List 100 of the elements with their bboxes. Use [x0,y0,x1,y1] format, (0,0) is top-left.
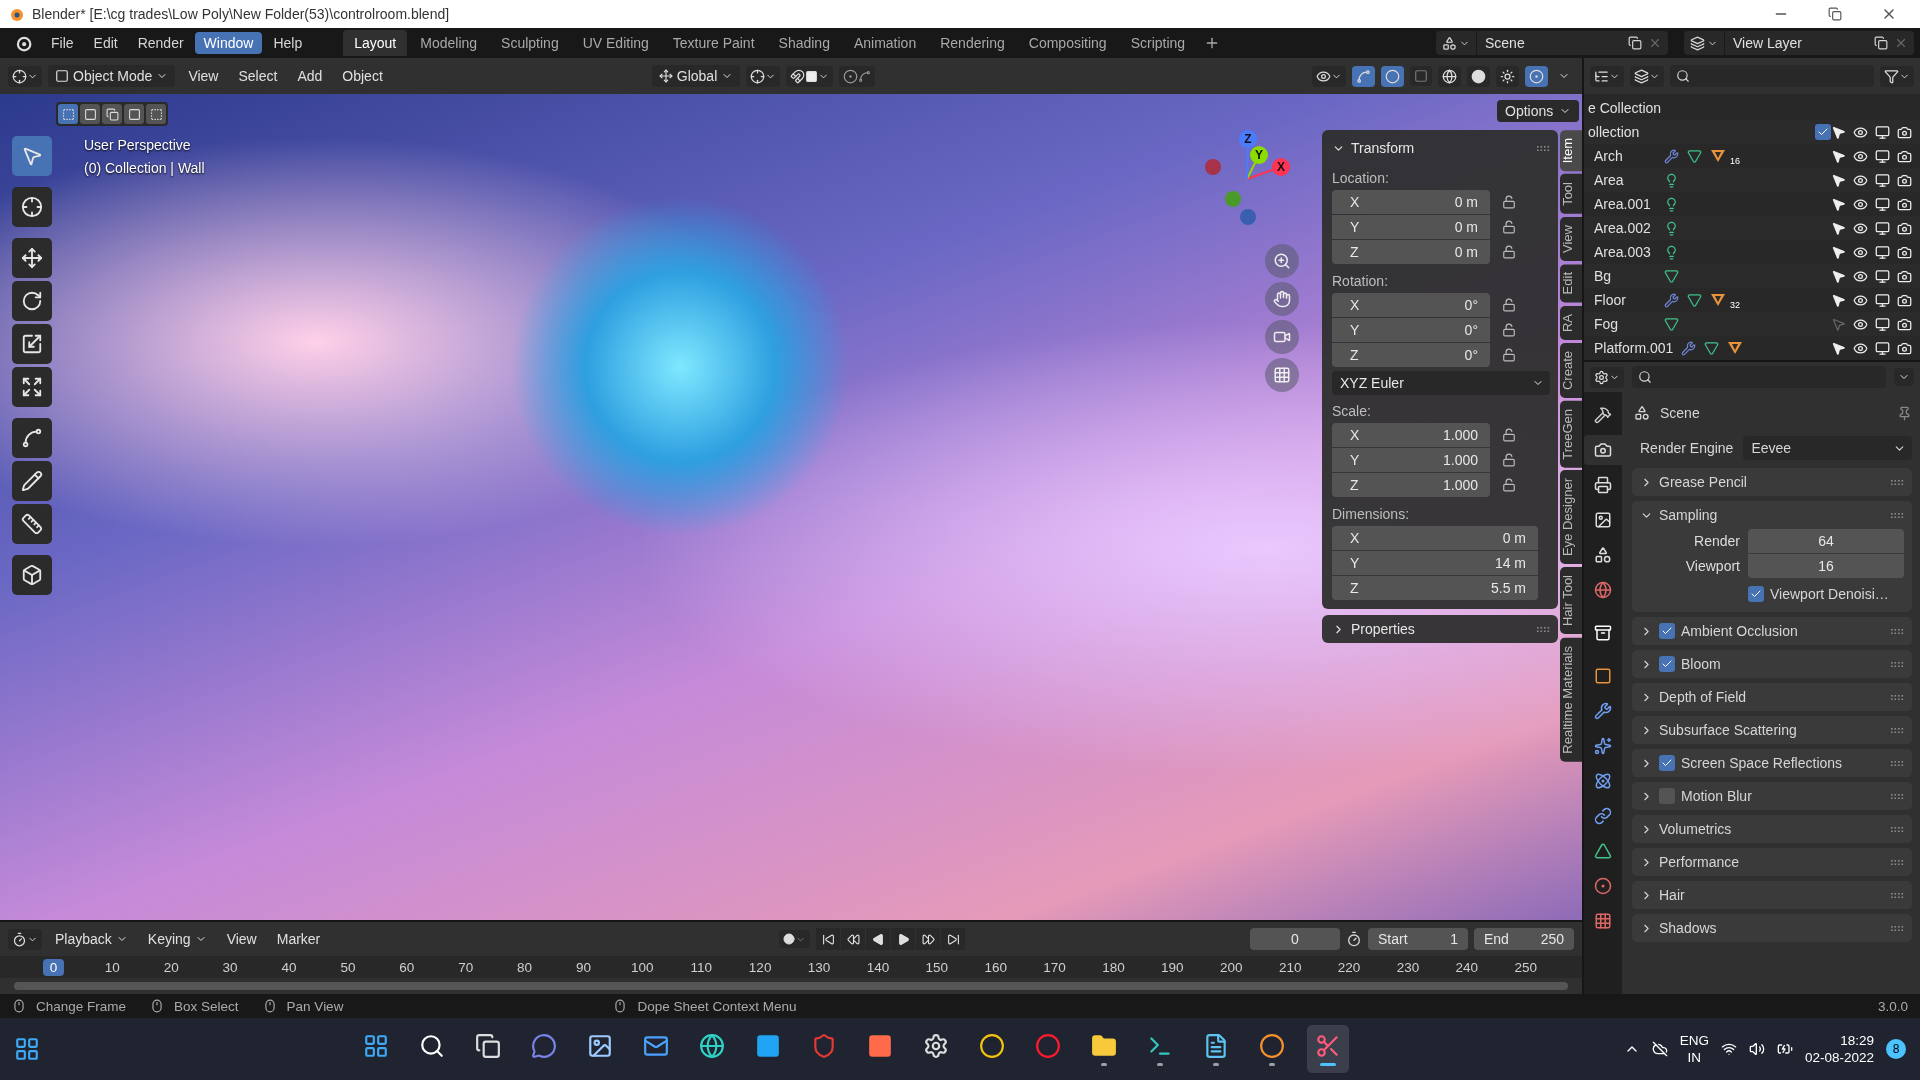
frame-number[interactable]: 60 [392,958,422,976]
rotation-mode-dropdown[interactable]: XYZ Euler [1332,371,1550,395]
number-field[interactable]: X 0° [1332,293,1490,317]
workspace-tab[interactable]: Texture Paint [661,30,766,56]
outliner-item[interactable]: e Collection [1588,99,1708,117]
menu-item[interactable]: View [181,65,226,87]
frame-number[interactable]: 20 [156,958,186,976]
clock[interactable]: 18:29 02-08-2022 [1804,1032,1874,1066]
scene-selector[interactable]: Scene [1436,31,1668,55]
workspace-tab[interactable]: Scripting [1119,30,1197,56]
number-field[interactable]: Z 1.000 [1332,473,1490,497]
orientation-dropdown[interactable]: Global [651,65,741,87]
number-field[interactable]: X 1.000 [1332,423,1490,447]
frame-number[interactable]: 170 [1036,958,1073,976]
menu-item[interactable]: Edit [84,32,127,54]
frame-number[interactable]: 100 [624,958,661,976]
sidebar-tab[interactable]: Tool [1560,174,1582,215]
outliner-item[interactable]: Area.002 [1594,219,1656,237]
outliner-item[interactable]: Arch [1594,147,1656,165]
render-engine-dropdown[interactable]: Eevee [1743,436,1912,460]
language-indicator[interactable]: ENG IN [1679,1032,1709,1066]
frame-number[interactable]: 180 [1095,958,1132,976]
number-field[interactable]: Y 14 m [1332,551,1538,575]
panel-title[interactable]: Screen Space Reflections [1681,755,1843,771]
panel-title[interactable]: Transform [1351,140,1415,156]
panel-title[interactable]: Sampling [1659,507,1718,523]
frame-number[interactable]: 240 [1448,958,1486,976]
outliner-item[interactable]: Platform.001 [1594,339,1674,357]
frame-number[interactable]: 230 [1389,958,1427,976]
frame-number[interactable]: 150 [918,958,956,976]
workspace-tab[interactable]: Modeling [409,30,489,56]
panel-title[interactable]: Properties [1351,621,1415,637]
panel-title[interactable]: Ambient Occlusion [1681,623,1798,639]
sidebar-tab[interactable]: TreeGen [1560,400,1582,468]
menu-item[interactable]: View [219,928,264,950]
frame-number[interactable]: 70 [451,958,481,976]
view-layer-selector[interactable]: View Layer [1684,31,1914,55]
panel-title[interactable]: Volumetrics [1659,821,1732,837]
options-button[interactable]: Options [1497,100,1580,122]
number-field[interactable]: Z 0 m [1332,240,1490,264]
frame-number[interactable]: 220 [1330,958,1368,976]
menu-item[interactable]: Keying [140,928,214,950]
frame-number[interactable]: 90 [568,958,598,976]
menu-item[interactable]: Render [128,32,193,54]
option-label[interactable]: Viewport Denoisi… [1770,586,1889,602]
frame-number[interactable]: 50 [333,958,363,976]
outliner-item[interactable]: Area [1594,171,1656,189]
outliner-item[interactable]: Bg [1594,267,1656,285]
workspace-tab[interactable]: Sculpting [490,30,570,56]
menu-item[interactable]: Add [290,65,330,87]
sidebar-tab[interactable]: Edit [1560,264,1582,303]
axis-handle[interactable]: Y [1246,146,1268,180]
menu-item[interactable]: Marker [269,928,328,950]
mode-dropdown[interactable]: Object Mode [48,65,176,87]
frame-number[interactable]: 200 [1213,958,1250,976]
workspace-tab[interactable]: Layout [343,30,408,56]
panel-title[interactable]: Shadows [1659,920,1717,936]
number-field[interactable]: Y 0° [1332,318,1490,342]
menu-item[interactable]: Window [194,32,263,54]
workspace-tab[interactable]: Compositing [1017,30,1118,56]
menu-item[interactable]: File [42,32,83,54]
sidebar-tab[interactable]: Create [1560,342,1582,398]
sidebar-tab[interactable]: Eye Designer [1560,470,1582,565]
sidebar-tab[interactable]: RA [1560,305,1582,340]
workspace-tab[interactable]: Rendering [929,30,1016,56]
sidebar-tab[interactable]: Realtime Materials [1560,637,1582,762]
frame-number[interactable]: 130 [800,958,838,976]
sidebar-tab[interactable]: Hair Tool [1560,567,1582,635]
workspace-tab[interactable]: Animation [842,30,928,56]
outliner-item[interactable]: ollection [1588,123,1708,141]
menu-item[interactable]: Select [231,65,285,87]
outliner-item[interactable]: Area.003 [1594,243,1656,261]
frame-number[interactable]: 0 [42,958,65,976]
frame-number[interactable]: 210 [1271,958,1309,976]
menu-item[interactable]: Playback [48,928,135,950]
frame-number[interactable]: 80 [510,958,540,976]
number-field[interactable]: Y 1.000 [1332,448,1490,472]
number-field[interactable]: X 0 m [1332,526,1538,550]
number-field[interactable]: Z 0° [1332,343,1490,367]
frame-number[interactable]: 40 [274,958,304,976]
panel-title[interactable]: Hair [1659,887,1685,903]
workspace-tab[interactable]: Shading [767,30,841,56]
menu-item[interactable]: Help [264,32,312,54]
menu-item[interactable]: Object [335,65,390,87]
notification-badge[interactable]: 8 [1886,1039,1906,1059]
outliner-item[interactable]: Floor [1594,291,1656,309]
number-field[interactable]: X 0 m [1332,190,1490,214]
panel-title[interactable]: Grease Pencil [1659,474,1747,490]
sidebar-tab[interactable]: View [1560,217,1582,262]
frame-number[interactable]: 120 [741,958,779,976]
panel-title[interactable]: Motion Blur [1681,788,1752,804]
frame-number[interactable]: 190 [1154,958,1191,976]
number-field[interactable]: 16 [1748,554,1904,578]
panel-title[interactable]: Bloom [1681,656,1721,672]
frame-number[interactable]: 30 [215,958,245,976]
workspace-tab[interactable]: UV Editing [571,30,660,56]
number-field[interactable]: Z 5.5 m [1332,576,1538,600]
frame-number[interactable]: 160 [977,958,1014,976]
frame-number[interactable]: 10 [97,958,127,976]
sidebar-tab[interactable]: Item [1560,130,1582,172]
